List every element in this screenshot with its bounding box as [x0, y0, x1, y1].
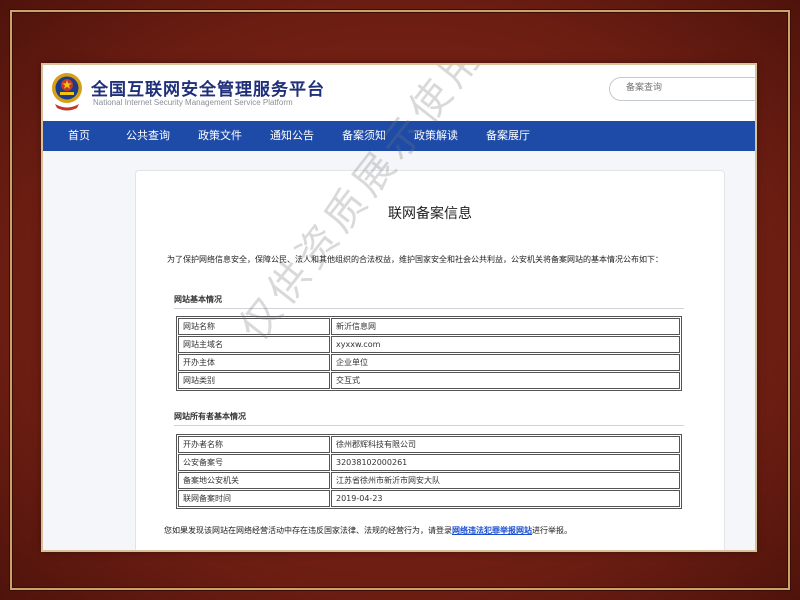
table-label: 备案地公安机关: [178, 472, 330, 489]
search-box[interactable]: [609, 77, 755, 101]
site-header: 全国互联网安全管理服务平台 National Internet Security…: [43, 65, 755, 121]
search-input[interactable]: [624, 82, 748, 94]
filing-info-card: 联网备案信息 为了保护网络信息安全，保障公民、法人和其他组织的合法权益，维护国家…: [135, 170, 725, 550]
nav-item-filing-hall[interactable]: 备案展厅: [472, 121, 544, 151]
nav-item-public-query[interactable]: 公共查询: [112, 121, 184, 151]
nav-item-filing-guide[interactable]: 备案须知: [328, 121, 400, 151]
table-value: xyxxw.com: [331, 336, 680, 353]
table-label: 网站类别: [178, 372, 330, 389]
nav-item-policy-interpretation[interactable]: 政策解读: [400, 121, 472, 151]
table-value: 江苏省徐州市新沂市网安大队: [331, 472, 680, 489]
section-title-owner: 网站所有者基本情况: [174, 412, 246, 421]
divider: [174, 425, 684, 426]
table-row: 网站名称 新沂信息网: [178, 318, 680, 335]
report-notice: 您如果发现该网站在网络经营活动中存在违反国家法律、法规的经营行为，请登录网络违法…: [164, 525, 572, 536]
table-value: 企业单位: [331, 354, 680, 371]
intro-text: 为了保护网络信息安全，保障公民、法人和其他组织的合法权益，维护国家安全和社会公共…: [167, 255, 663, 264]
table-label: 网站名称: [178, 318, 330, 335]
site-title: 全国互联网安全管理服务平台: [91, 80, 325, 100]
section-title-site: 网站基本情况: [174, 295, 222, 304]
table-row: 网站类别 交互式: [178, 372, 680, 389]
report-prefix: 您如果发现该网站在网络经营活动中存在违反国家法律、法规的经营行为，请登录: [164, 526, 452, 535]
report-link[interactable]: 网络违法犯罪举报网站: [452, 526, 532, 535]
nav-item-home[interactable]: 首页: [43, 121, 112, 151]
table-label: 公安备案号: [178, 454, 330, 471]
table-value: 徐州郡辉科技有限公司: [331, 436, 680, 453]
main-nav: 首页 公共查询 政策文件 通知公告 备案须知 政策解读 备案展厅: [43, 121, 755, 151]
divider: [174, 308, 684, 309]
table-label: 开办主体: [178, 354, 330, 371]
table-label: 联网备案时间: [178, 490, 330, 507]
browser-screen: 全国互联网安全管理服务平台 National Internet Security…: [43, 65, 755, 550]
table-value: 交互式: [331, 372, 680, 389]
police-emblem-icon: [52, 73, 82, 111]
owner-info-table: 开办者名称 徐州郡辉科技有限公司 公安备案号 32038102000261 备案…: [176, 434, 682, 509]
table-row: 公安备案号 32038102000261: [178, 454, 680, 471]
site-info-table: 网站名称 新沂信息网 网站主域名 xyxxw.com 开办主体 企业单位 网站类…: [176, 316, 682, 391]
table-row: 联网备案时间 2019-04-23: [178, 490, 680, 507]
table-label: 网站主域名: [178, 336, 330, 353]
site-subtitle: National Internet Security Management Se…: [93, 98, 293, 107]
table-value: 32038102000261: [331, 454, 680, 471]
report-suffix: 进行举报。: [532, 526, 572, 535]
table-value: 2019-04-23: [331, 490, 680, 507]
table-row: 网站主域名 xyxxw.com: [178, 336, 680, 353]
table-row: 开办者名称 徐州郡辉科技有限公司: [178, 436, 680, 453]
page-title: 联网备案信息: [388, 206, 472, 222]
nav-item-policy-files[interactable]: 政策文件: [184, 121, 256, 151]
table-row: 备案地公安机关 江苏省徐州市新沂市网安大队: [178, 472, 680, 489]
table-row: 开办主体 企业单位: [178, 354, 680, 371]
table-value: 新沂信息网: [331, 318, 680, 335]
nav-item-notices[interactable]: 通知公告: [256, 121, 328, 151]
table-label: 开办者名称: [178, 436, 330, 453]
